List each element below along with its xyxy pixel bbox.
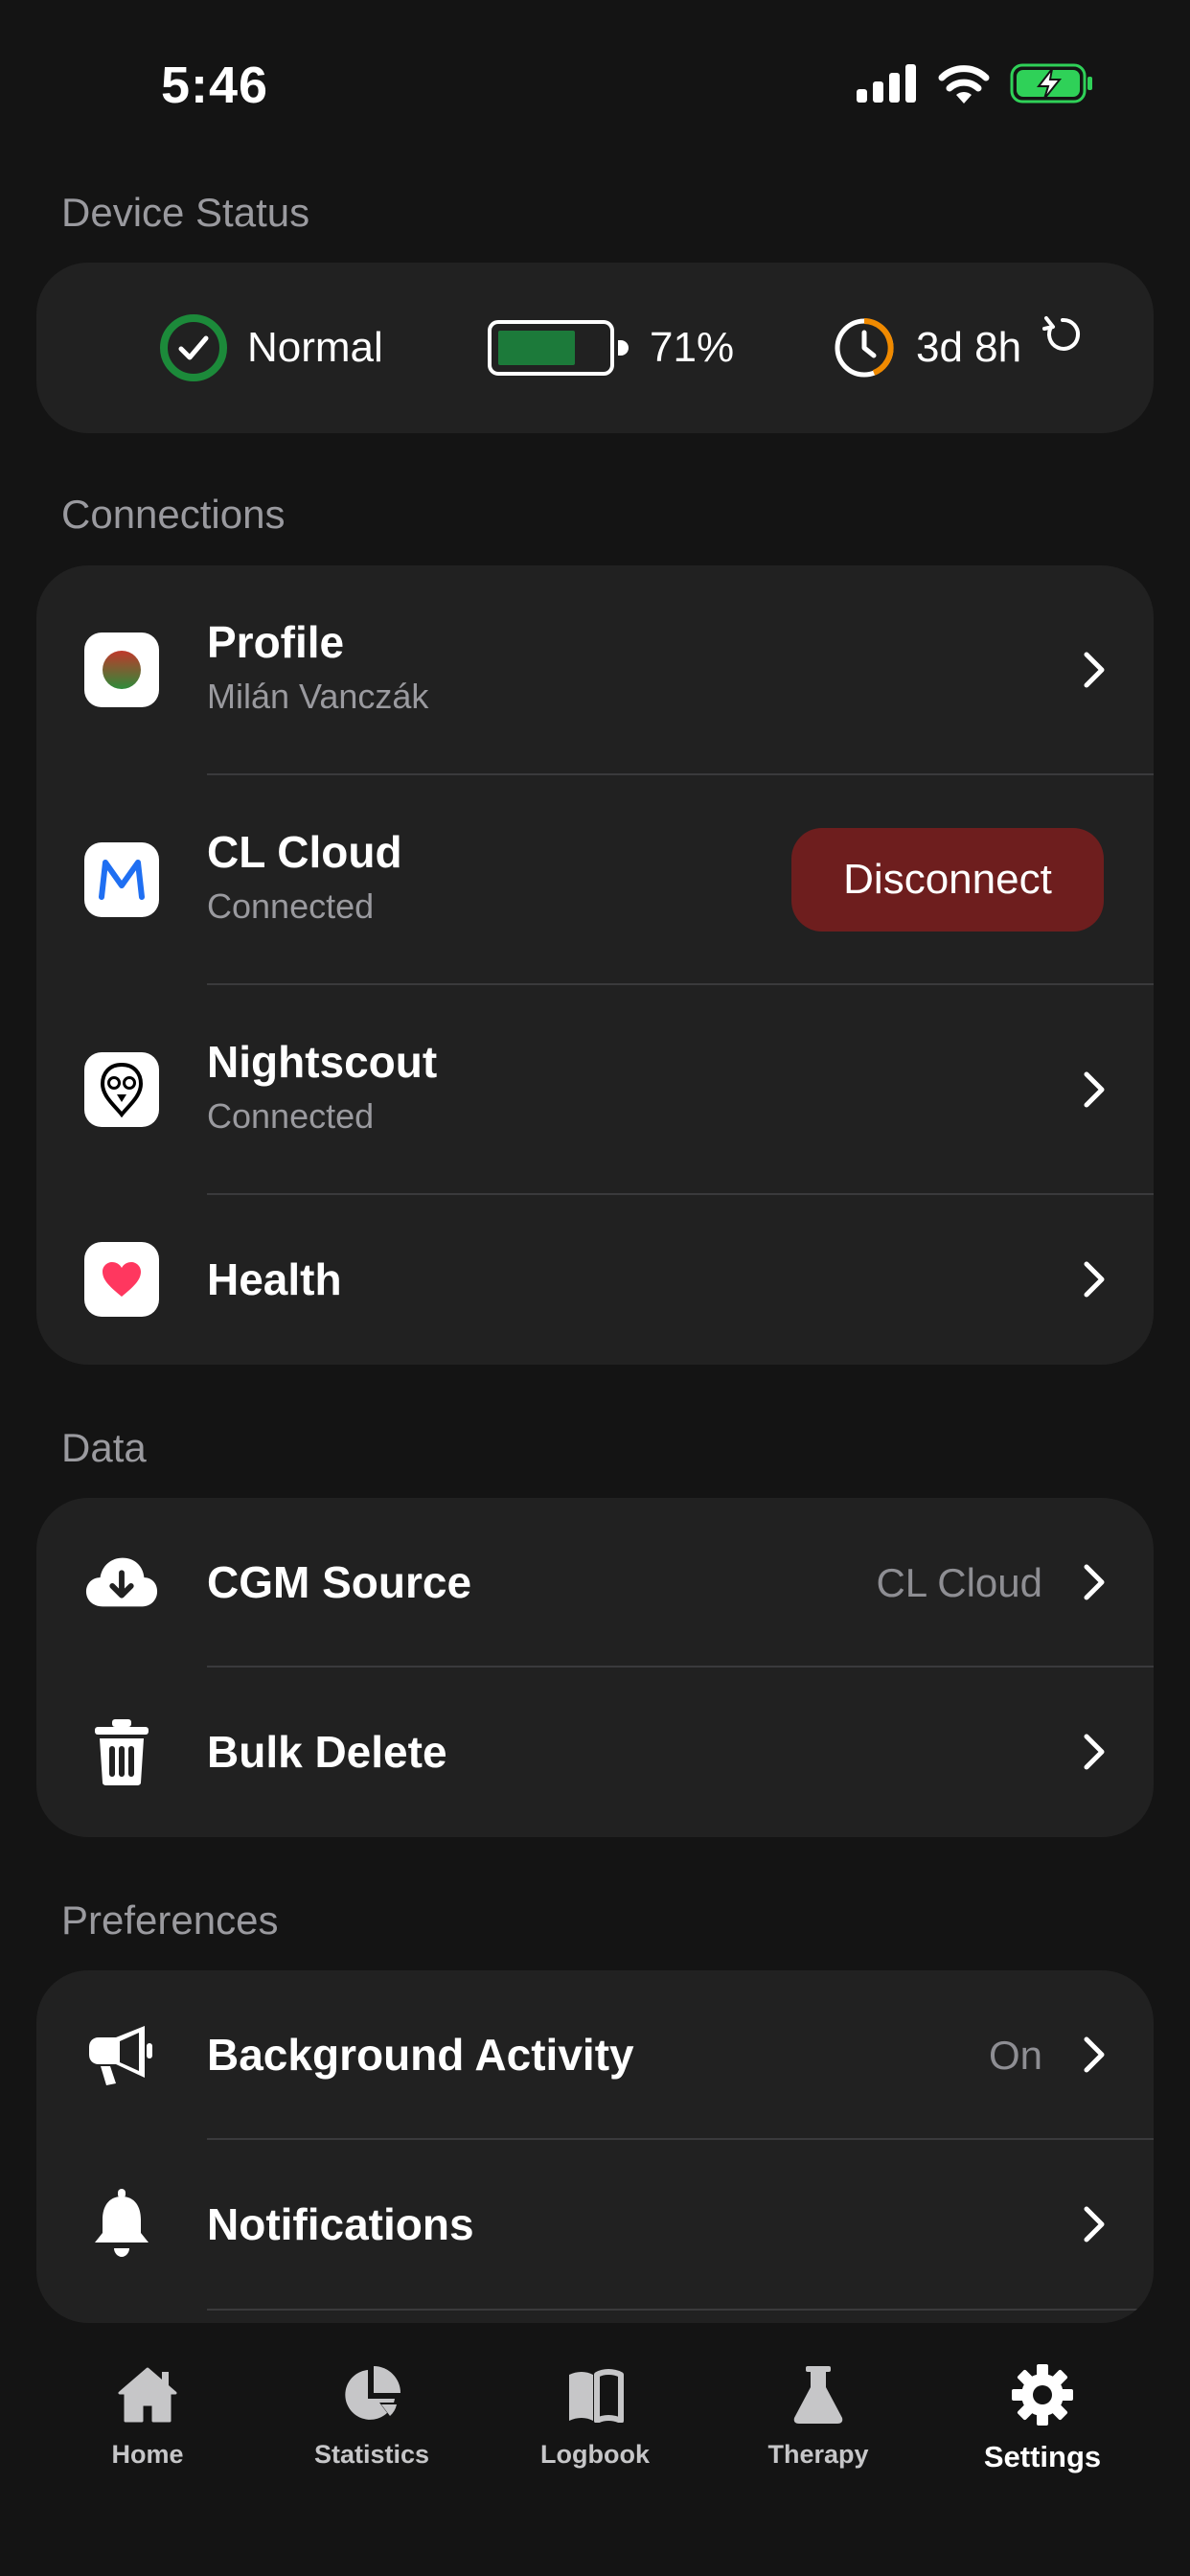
disconnect-button[interactable]: Disconnect	[791, 828, 1104, 932]
status-bar: 5:46	[0, 0, 1190, 172]
sensor-timer: 3d 8h	[832, 263, 1021, 433]
battery-percent: 71%	[650, 324, 735, 371]
tab-statistics[interactable]: Statistics	[276, 2361, 468, 2470]
tab-settings-label: Settings	[983, 2440, 1102, 2473]
tab-home-label: Home	[111, 2440, 184, 2469]
chevron-right-icon	[1084, 1071, 1105, 1108]
profile-name: Milán Vanczák	[207, 677, 429, 716]
health-heart-icon	[84, 1242, 159, 1317]
background-activity-row[interactable]: Background Activity On	[36, 1970, 1154, 2139]
sensor-state-label: Normal	[247, 324, 383, 371]
battery-status: 71%	[487, 263, 734, 433]
preferences-card: Background Activity On Notifications	[36, 1970, 1154, 2323]
profile-row[interactable]: Profile Milán Vanczák	[36, 565, 1154, 774]
chevron-right-icon	[1084, 2036, 1105, 2073]
background-activity-value: On	[988, 2033, 1042, 2078]
preferences-section-title: Preferences	[61, 1898, 279, 1943]
cgm-source-title: CGM Source	[207, 1557, 472, 1607]
cgm-source-row[interactable]: CGM Source CL Cloud	[36, 1498, 1154, 1667]
health-row[interactable]: Health	[36, 1195, 1154, 1365]
tab-therapy-label: Therapy	[767, 2440, 869, 2469]
divider	[207, 2309, 1154, 2311]
device-status-section-title: Device Status	[61, 190, 310, 235]
profile-icon	[84, 632, 159, 707]
book-icon	[561, 2361, 629, 2428]
health-title: Health	[207, 1254, 342, 1304]
data-card: CGM Source CL Cloud Bulk Delete	[36, 1498, 1154, 1837]
wifi-icon	[938, 65, 990, 104]
tab-logbook-label: Logbook	[540, 2440, 650, 2469]
connections-section-title: Connections	[61, 492, 286, 537]
timer-clock-icon	[835, 318, 894, 378]
cellular-signal-icon	[857, 64, 916, 103]
battery-icon	[488, 320, 629, 376]
nightscout-title: Nightscout	[207, 1037, 438, 1087]
tab-bar: Home Statistics Logbook Therapy Settings	[0, 2329, 1190, 2576]
sensor-time-left: 3d 8h	[916, 324, 1022, 371]
status-icons	[857, 63, 1094, 104]
chevron-right-icon	[1084, 1734, 1105, 1770]
cl-cloud-row: CL Cloud Connected Disconnect	[36, 775, 1154, 984]
profile-title: Profile	[207, 617, 345, 667]
bell-icon	[84, 2187, 159, 2262]
pie-chart-icon	[338, 2361, 405, 2428]
megaphone-icon	[84, 2017, 159, 2092]
chevron-right-icon	[1084, 652, 1105, 688]
cl-cloud-title: CL Cloud	[207, 827, 402, 877]
nightscout-status: Connected	[207, 1096, 375, 1136]
chevron-right-icon	[1084, 1261, 1105, 1298]
flask-icon	[785, 2361, 852, 2428]
tab-statistics-label: Statistics	[313, 2440, 430, 2469]
background-activity-title: Background Activity	[207, 2030, 634, 2080]
device-status-card: Normal 71% 3d 8h	[36, 263, 1154, 433]
chevron-right-icon	[1084, 2206, 1105, 2242]
refresh-icon[interactable]	[1041, 312, 1085, 356]
tab-home[interactable]: Home	[52, 2361, 243, 2470]
trash-icon	[84, 1714, 159, 1789]
gear-icon	[1009, 2361, 1076, 2428]
tab-therapy[interactable]: Therapy	[722, 2361, 914, 2470]
battery-charging-icon	[1010, 63, 1092, 104]
nightscout-icon	[84, 1052, 159, 1127]
connections-card: Profile Milán Vanczák CL Cloud Connected…	[36, 565, 1154, 1365]
notifications-title: Notifications	[207, 2199, 474, 2249]
cl-cloud-icon	[84, 842, 159, 917]
nightscout-row[interactable]: Nightscout Connected	[36, 985, 1154, 1194]
bulk-delete-title: Bulk Delete	[207, 1727, 447, 1777]
notifications-row[interactable]: Notifications	[36, 2140, 1154, 2310]
cl-cloud-status: Connected	[207, 886, 375, 926]
tab-logbook[interactable]: Logbook	[499, 2361, 691, 2470]
cloud-download-icon	[84, 1545, 159, 1620]
chevron-right-icon	[1084, 1564, 1105, 1600]
tab-settings[interactable]: Settings	[947, 2361, 1138, 2474]
checkmark-circle-icon	[160, 314, 227, 381]
sensor-state: Normal	[159, 263, 383, 433]
bulk-delete-row[interactable]: Bulk Delete	[36, 1668, 1154, 1837]
data-section-title: Data	[61, 1425, 147, 1470]
house-icon	[114, 2361, 181, 2428]
status-time: 5:46	[161, 57, 269, 114]
cgm-source-value: CL Cloud	[876, 1560, 1042, 1605]
